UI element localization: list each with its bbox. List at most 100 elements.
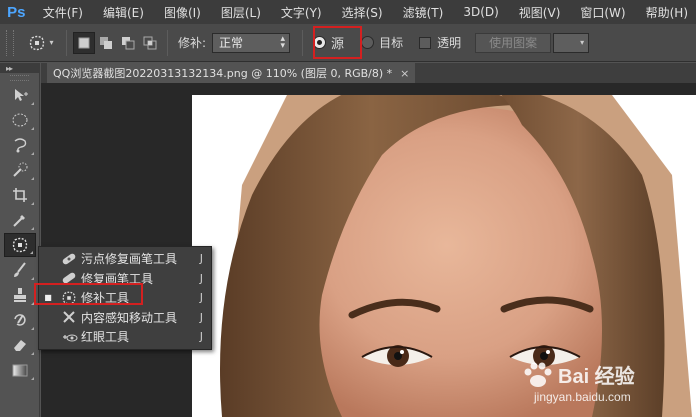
document-tab-title: QQ浏览器截图20220313132134.png @ 110% (图层 0, … xyxy=(53,67,393,80)
tools-panel-grip[interactable] xyxy=(10,75,29,81)
quick-selection-tool[interactable] xyxy=(4,158,36,182)
tools-panel-header[interactable]: ▸▸ xyxy=(0,63,39,73)
close-icon[interactable]: × xyxy=(400,67,409,80)
content-aware-move-icon xyxy=(57,309,81,325)
tool-group-indicator xyxy=(31,202,34,205)
shortcut-key: J xyxy=(199,291,203,305)
divider xyxy=(302,29,304,56)
divider xyxy=(66,29,67,56)
menu-image[interactable]: 图像(I) xyxy=(152,4,209,21)
options-bar-grip[interactable] xyxy=(6,29,14,56)
stamp-icon xyxy=(14,288,26,302)
marquee-tool[interactable] xyxy=(4,108,36,132)
chevron-down-icon: ▾ xyxy=(49,38,54,47)
patch-tool-icon xyxy=(30,35,45,50)
target-label: 目标 xyxy=(379,36,404,50)
spot-healing-brush-item[interactable]: 污点修复画笔工具 J xyxy=(39,249,211,269)
paw-logo-icon xyxy=(524,362,552,387)
use-pattern-button[interactable]: 使用图案 xyxy=(475,32,552,53)
menu-layer[interactable]: 图层(L) xyxy=(209,4,269,21)
lasso-tool[interactable] xyxy=(4,133,36,157)
tool-group-indicator xyxy=(31,277,34,280)
menu-bar: Ps 文件(F) 编辑(E) 图像(I) 图层(L) 文字(Y) 选择(S) 滤… xyxy=(0,0,696,24)
watermark-url: jingyan.baidu.com xyxy=(534,390,631,404)
bandage-icon xyxy=(57,251,81,267)
photoshop-logo: Ps xyxy=(7,3,26,21)
patch-label: 修补: xyxy=(178,36,207,50)
baidu-jingyan-watermark: Bai 经验 jingyan.baidu.com xyxy=(520,360,690,410)
target-radio[interactable] xyxy=(361,36,375,49)
new-selection-button[interactable] xyxy=(73,31,95,54)
lasso-icon xyxy=(14,138,27,153)
content-aware-move-item[interactable]: 内容感知移动工具 J xyxy=(39,308,211,328)
add-to-selection-button[interactable] xyxy=(95,32,117,54)
tool-group-indicator xyxy=(31,127,34,130)
content-aware-move-label: 内容感知移动工具 xyxy=(81,310,178,325)
new-selection-icon xyxy=(78,37,90,48)
add-selection-icon xyxy=(100,36,112,49)
tool-group-indicator xyxy=(31,352,34,355)
menu-view[interactable]: 视图(V) xyxy=(507,4,569,21)
target-option[interactable]: 目标 xyxy=(361,34,403,51)
menu-window[interactable]: 窗口(W) xyxy=(568,4,633,21)
menu-select[interactable]: 选择(S) xyxy=(330,4,391,21)
divider xyxy=(167,29,168,56)
crop-icon xyxy=(13,188,27,202)
gradient-icon xyxy=(12,364,28,377)
history-brush-tool[interactable] xyxy=(4,308,36,332)
eraser-icon xyxy=(14,340,26,351)
history-brush-icon xyxy=(14,314,26,326)
clone-stamp-tool[interactable] xyxy=(4,283,36,307)
eraser-tool[interactable] xyxy=(4,333,36,357)
tool-group-indicator xyxy=(31,152,34,155)
menu-edit[interactable]: 编辑(E) xyxy=(91,4,152,21)
menu-type[interactable]: 文字(Y) xyxy=(269,4,330,21)
patch-mode-select[interactable]: 正常 ▴ ▾ xyxy=(212,32,291,53)
source-highlight-box xyxy=(313,26,362,59)
tools-panel: ▸▸ xyxy=(0,63,40,417)
spot-healing-brush-label: 污点修复画笔工具 xyxy=(81,252,178,267)
subtract-from-selection-button[interactable] xyxy=(117,32,139,54)
transparent-option[interactable]: 透明 xyxy=(419,34,461,51)
menu-help[interactable]: 帮助(H) xyxy=(634,4,696,21)
red-eye-tool-item[interactable]: 红眼工具 J xyxy=(39,327,211,347)
tool-group-indicator xyxy=(31,102,34,105)
intersect-selection-button[interactable] xyxy=(139,32,161,54)
eyedropper-icon xyxy=(13,215,25,227)
move-icon xyxy=(15,89,28,101)
tool-preset-picker[interactable]: ▾ xyxy=(22,30,60,56)
crop-tool[interactable] xyxy=(4,183,36,207)
tool-group-indicator xyxy=(31,227,34,230)
eyedropper-tool[interactable] xyxy=(4,208,36,232)
tool-group-indicator xyxy=(31,327,34,330)
tool-group-indicator xyxy=(30,251,33,254)
transparent-label: 透明 xyxy=(437,36,462,50)
menu-file[interactable]: 文件(F) xyxy=(31,4,91,21)
shortcut-key: J xyxy=(199,310,203,324)
expand-panel-icon: ▸▸ xyxy=(6,63,13,73)
chevron-down-icon: ▾ xyxy=(580,37,585,47)
elliptical-marquee-icon xyxy=(12,113,28,127)
brush-icon xyxy=(14,262,26,277)
move-tool[interactable] xyxy=(4,83,36,107)
transparent-checkbox[interactable] xyxy=(419,36,432,49)
quick-selection-icon xyxy=(13,162,28,177)
brush-tool[interactable] xyxy=(4,258,36,282)
menu-filter[interactable]: 滤镜(T) xyxy=(391,4,452,21)
shortcut-key: J xyxy=(199,271,203,285)
tool-group-indicator xyxy=(31,377,34,380)
watermark-brand: Bai 经验 xyxy=(558,366,635,388)
document-tab-bar: QQ浏览器截图20220313132134.png @ 110% (图层 0, … xyxy=(41,63,696,83)
menu-3d[interactable]: 3D(D) xyxy=(451,5,506,19)
healing-tool-group[interactable] xyxy=(4,233,36,257)
gradient-tool[interactable] xyxy=(4,358,36,382)
patch-tool-icon xyxy=(12,237,28,253)
intersect-selection-icon xyxy=(143,36,157,49)
pattern-picker[interactable]: ▾ xyxy=(553,32,590,53)
document-tab[interactable]: QQ浏览器截图20220313132134.png @ 110% (图层 0, … xyxy=(47,63,416,83)
shortcut-key: J xyxy=(199,330,203,344)
updown-arrow-icon: ▴ ▾ xyxy=(280,33,286,51)
patch-tool-highlight-box xyxy=(34,283,143,305)
subtract-selection-icon xyxy=(122,36,135,49)
tool-group-indicator xyxy=(31,177,34,180)
